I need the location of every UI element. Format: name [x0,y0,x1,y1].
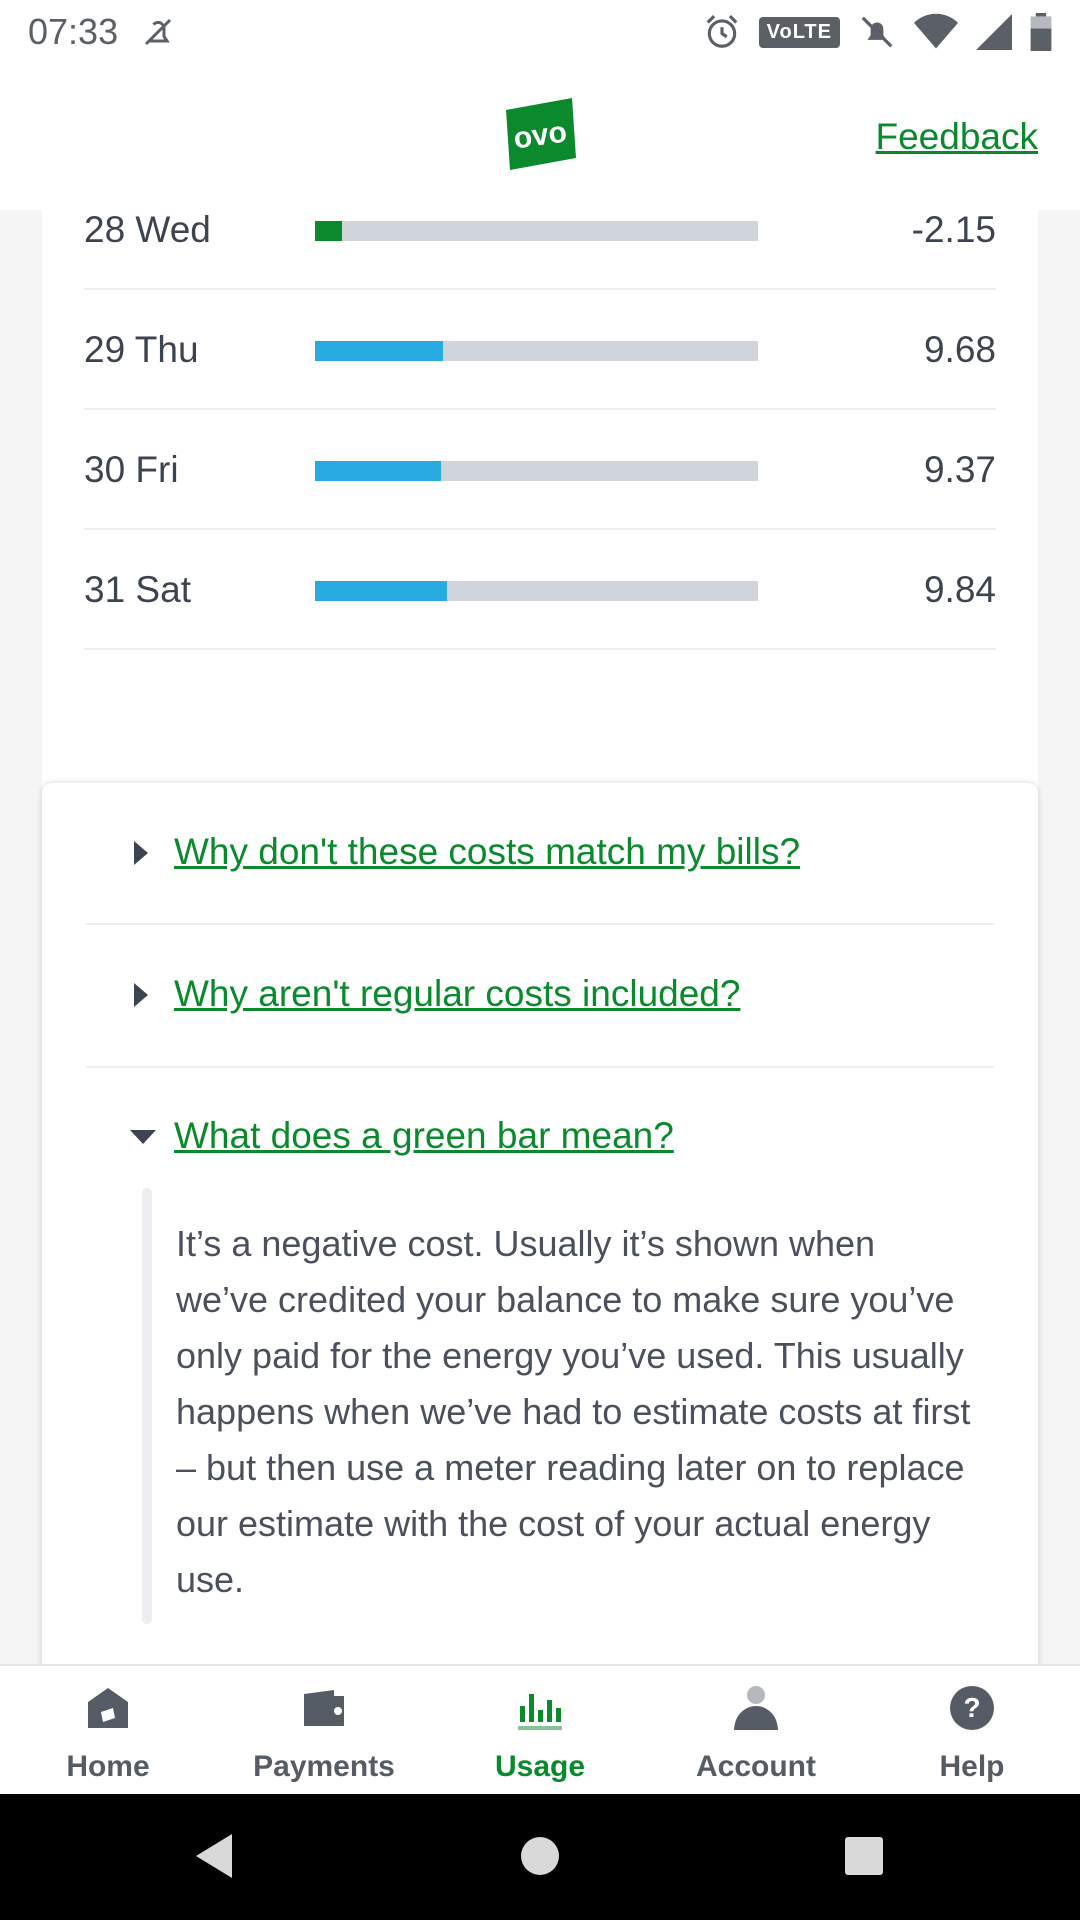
status-time: 07:33 [28,11,119,52]
usage-cost: 9.37 [923,449,996,490]
usage-cost: 9.84 [923,569,996,610]
do-not-disturb-off-icon [145,18,172,46]
bottom-nav: Home Payments Usage Account ? Help [0,1664,1080,1794]
nav-item-home[interactable]: Home [0,1666,216,1796]
answer-rule [142,1188,152,1624]
nav-label: Usage [494,1750,586,1783]
usage-scroll-area[interactable]: 28 Wed -2.15 29 Thu 9.68 30 Fri 9.37 31 … [0,210,1080,1664]
faq-question[interactable]: Why aren't regular costs included? [174,973,740,1015]
ovo-logo: ovo [506,98,576,170]
usage-bar-track [315,341,758,361]
svg-text:?: ? [963,1692,980,1723]
cell-signal-icon [976,14,1012,50]
usage-bar-fill [315,341,444,361]
faq-item: Why aren't regular costs included? [86,925,994,1068]
status-bar: 07:33 VoLTE [0,0,1080,64]
usage-bar-fill [315,581,447,601]
person-icon [734,1686,778,1730]
battery-icon [1030,13,1052,51]
notifications-off-icon [861,16,893,48]
help-icon: ? [950,1686,994,1730]
alarm-icon [706,15,737,48]
faq-toggle[interactable]: Why don't these costs match my bills? [86,783,994,923]
faq-answer-block: It’s a negative cost. Usually it’s shown… [142,1188,982,1624]
caret-down-icon [130,1130,156,1144]
usage-day: 29 Thu [84,329,199,370]
nav-label: Payments [253,1750,395,1783]
volte-badge: VoLTE [758,16,840,48]
usage-row: 31 Sat 9.84 [84,530,996,650]
usage-bar-fill [315,221,342,241]
app-header: ovo Feedback [0,64,1080,210]
caret-right-icon [134,983,148,1007]
usage-day: 31 Sat [84,569,191,610]
usage-row: 30 Fri 9.37 [84,410,996,530]
wallet-icon [304,1690,344,1726]
faq-question[interactable]: What does a green bar mean? [174,1115,674,1157]
back-icon[interactable] [192,1832,236,1880]
usage-bar-track [315,221,758,241]
recents-icon[interactable] [843,1832,885,1880]
usage-row: 29 Thu 9.68 [84,290,996,410]
faq-toggle[interactable]: Why aren't regular costs included? [86,925,994,1066]
usage-bar-track [315,581,758,601]
nav-label: Help [939,1750,1005,1783]
usage-row: 28 Wed -2.15 [84,210,996,290]
nav-item-account[interactable]: Account [648,1666,864,1796]
faq-toggle[interactable]: What does a green bar mean? [86,1068,994,1188]
nav-label: Account [696,1750,816,1783]
home-icon [88,1688,128,1728]
usage-bar-fill [315,461,442,481]
home-circle-icon[interactable] [520,1832,560,1880]
usage-bar-track [315,461,758,481]
usage-cost: 9.68 [923,329,996,370]
faq-answer: It’s a negative cost. Usually it’s shown… [176,1223,971,1600]
feedback-link[interactable]: Feedback [876,116,1039,158]
nav-label: Home [66,1750,150,1783]
system-nav-bar [0,1794,1080,1920]
nav-item-usage[interactable]: Usage [432,1666,648,1796]
bar-chart-icon [518,1694,562,1730]
wifi-icon [914,13,958,49]
faq-item: Why don't these costs match my bills? [86,783,994,925]
usage-day: 30 Fri [84,449,179,490]
usage-cost: -2.15 [911,210,996,250]
caret-right-icon [134,841,148,865]
usage-day: 28 Wed [84,210,211,250]
faq-question[interactable]: Why don't these costs match my bills? [174,831,800,873]
nav-item-help[interactable]: ? Help [864,1666,1080,1796]
nav-item-payments[interactable]: Payments [216,1666,432,1796]
